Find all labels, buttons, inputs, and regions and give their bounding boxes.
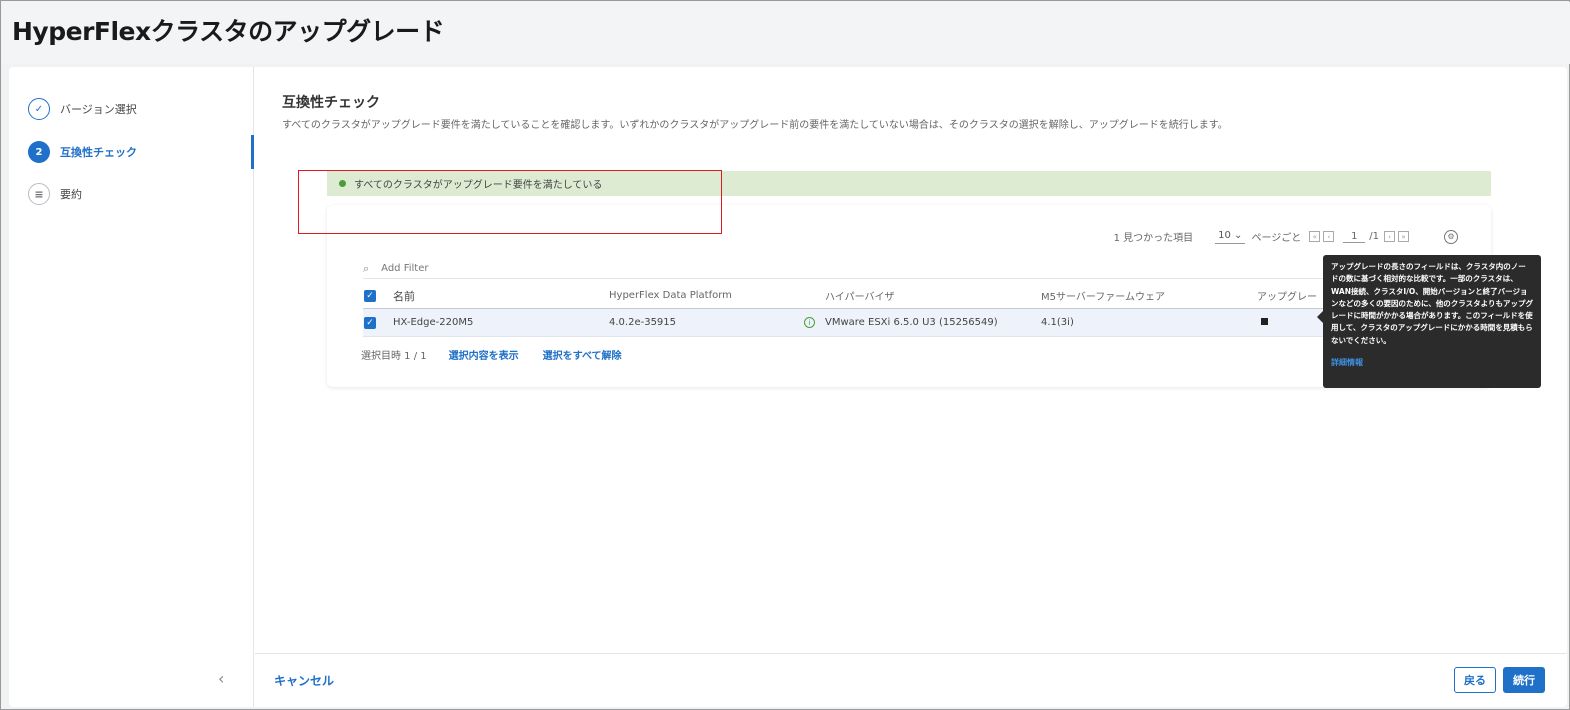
first-page-icon[interactable]: « bbox=[1309, 231, 1321, 242]
tooltip-more-link[interactable]: 詳細情報 bbox=[1331, 357, 1533, 369]
column-header-name[interactable]: 名前 bbox=[393, 288, 609, 304]
clear-selection-link[interactable]: 選択をすべて解除 bbox=[543, 347, 622, 362]
page-header: HyperFlexクラスタのアップグレード bbox=[2, 2, 1570, 64]
step-label: バージョン選択 bbox=[60, 103, 137, 116]
show-selection-link[interactable]: 選択内容を表示 bbox=[449, 347, 519, 362]
selection-count: 選択目時 1 / 1 bbox=[361, 351, 427, 362]
settings-gear-icon[interactable]: ⚙ bbox=[1444, 229, 1458, 244]
pagination: 1 見つかった項目 10 ⌄ ページごと « ‹ 1 /1 › » ⚙ bbox=[1114, 229, 1458, 244]
wizard-footer: キャンセル 戻る 続行 bbox=[255, 653, 1567, 707]
next-page-icon[interactable]: › bbox=[1384, 231, 1395, 242]
column-header-hxdp[interactable]: HyperFlex Data Platform bbox=[609, 290, 825, 301]
step-compatibility-check[interactable]: 2 互換性チェック bbox=[28, 141, 137, 163]
collapse-sidebar-icon[interactable]: ‹ bbox=[218, 669, 224, 688]
wizard-sidebar: ✓ バージョン選択 2 互換性チェック ≡ 要約 ‹ bbox=[9, 67, 254, 707]
last-page-icon[interactable]: » bbox=[1398, 231, 1409, 242]
per-page-select[interactable]: 10 ⌄ bbox=[1215, 230, 1246, 244]
per-page-label: ページごと bbox=[1251, 233, 1302, 244]
table-row[interactable]: ✓ HX-Edge-220M5 4.0.2e-35915 i VMware ES… bbox=[363, 309, 1453, 337]
app-frame: HyperFlexクラスタのアップグレード ✓ バージョン選択 2 互換性チェッ… bbox=[0, 0, 1570, 710]
step-version-select[interactable]: ✓ バージョン選択 bbox=[28, 98, 137, 120]
column-header-hypervisor[interactable]: ハイパーバイザ bbox=[825, 288, 1041, 303]
active-step-indicator bbox=[251, 135, 254, 169]
highlight-annotation-box bbox=[298, 170, 722, 234]
upgrade-length-bar bbox=[1261, 318, 1268, 325]
selection-summary: 選択目時 1 / 1 選択内容を表示 選択をすべて解除 bbox=[361, 347, 646, 362]
filter-placeholder: Add Filter bbox=[381, 263, 429, 274]
back-button[interactable]: 戻る bbox=[1454, 667, 1496, 693]
cancel-button[interactable]: キャンセル bbox=[274, 672, 334, 689]
step-label: 互換性チェック bbox=[60, 146, 137, 159]
step-summary[interactable]: ≡ 要約 bbox=[28, 183, 82, 205]
section-description: すべてのクラスタがアップグレード要件を満たしていることを確認します。いずれかのク… bbox=[282, 120, 1228, 131]
step-label: 要約 bbox=[60, 188, 82, 201]
upgrade-length-tooltip: アップグレードの長さのフィールドは、クラスタ内のノードの数に基づく相対的な比較で… bbox=[1317, 255, 1541, 388]
check-icon: ✓ bbox=[28, 98, 50, 120]
cell-firmware: 4.1(3i) bbox=[1041, 317, 1074, 328]
step-number-badge: 2 bbox=[28, 141, 50, 163]
page-total: /1 bbox=[1369, 231, 1379, 242]
column-header-firmware[interactable]: M5サーバーファームウェア bbox=[1041, 288, 1257, 303]
select-all-checkbox[interactable]: ✓ bbox=[364, 289, 376, 302]
prev-page-icon[interactable]: ‹ bbox=[1323, 231, 1335, 242]
table-header: ✓ 名前 HyperFlex Data Platform ハイパーバイザ M5サ… bbox=[363, 283, 1453, 309]
section-title: 互換性チェック bbox=[282, 95, 380, 111]
main-content: 互換性チェック すべてのクラスタがアップグレード要件を満たしていることを確認しま… bbox=[255, 67, 1567, 707]
wizard-card: ✓ バージョン選択 2 互換性チェック ≡ 要約 ‹ 互換性チェック すべてのク… bbox=[9, 67, 1567, 707]
tooltip-tail bbox=[1317, 311, 1323, 323]
row-checkbox[interactable]: ✓ bbox=[364, 316, 376, 329]
tooltip-text: アップグレードの長さのフィールドは、クラスタ内のノードの数に基づく相対的な比較で… bbox=[1331, 262, 1533, 345]
items-found: 1 見つかった項目 bbox=[1113, 233, 1194, 244]
cell-hxdp: 4.0.2e-35915 bbox=[609, 317, 677, 328]
cell-hypervisor: VMware ESXi 6.5.0 U3 (15256549) bbox=[825, 317, 998, 328]
next-button[interactable]: 続行 bbox=[1503, 667, 1545, 693]
cell-name: HX-Edge-220M5 bbox=[393, 317, 474, 328]
search-icon: ⌕ bbox=[363, 261, 370, 275]
filter-bar[interactable]: ⌕ Add Filter bbox=[363, 259, 1453, 279]
page-title: HyperFlexクラスタのアップグレード bbox=[12, 17, 445, 46]
page-input[interactable]: 1 bbox=[1343, 231, 1366, 243]
list-icon: ≡ bbox=[28, 183, 50, 205]
info-icon[interactable]: i bbox=[804, 317, 815, 328]
